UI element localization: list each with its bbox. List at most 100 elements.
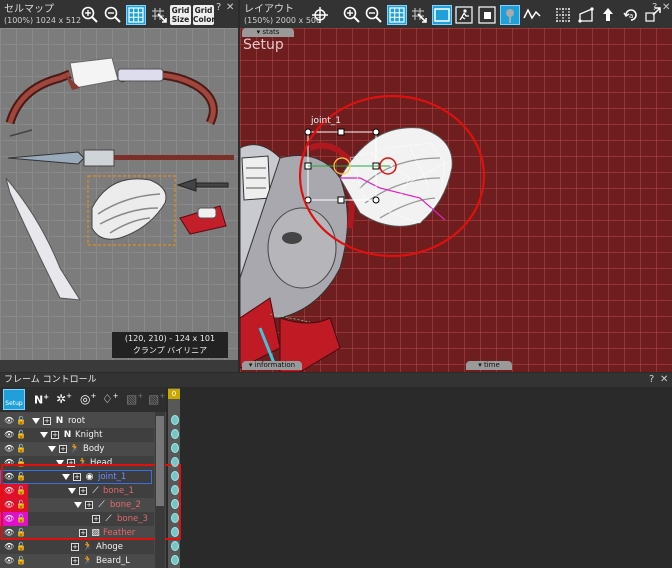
toggle-box-icon[interactable]: +: [51, 431, 59, 439]
add-effect-button[interactable]: ✲+: [56, 392, 72, 406]
feather-layout-sprite: [339, 127, 453, 227]
skeleton-toggle-button[interactable]: [454, 5, 474, 25]
frame-help-button[interactable]: ?: [649, 374, 654, 385]
layout-grid-button[interactable]: [387, 5, 407, 25]
toggle-box-icon[interactable]: +: [71, 557, 79, 565]
setup-button[interactable]: Setup: [3, 389, 25, 410]
add-bone-button[interactable]: ♢+: [102, 392, 119, 406]
tree-row-body[interactable]: 👁 🔓 + 🏃 Body: [0, 442, 154, 456]
grid-size-label-2: Size: [171, 15, 190, 24]
blade-sprite: [5, 177, 81, 301]
joint-name-label: joint_1: [311, 116, 341, 126]
snap-button[interactable]: [149, 5, 169, 25]
add-null-button[interactable]: N+: [34, 393, 49, 407]
frame-close-button[interactable]: ✕: [660, 374, 668, 385]
layout-help-button[interactable]: ?: [652, 2, 657, 13]
lock-icon[interactable]: 🔓: [16, 430, 26, 440]
keyframe-marker[interactable]: [170, 456, 179, 467]
keyframe-marker[interactable]: [170, 484, 179, 495]
cellmap-close-button[interactable]: ✕: [226, 2, 234, 13]
image-toggle-button[interactable]: [500, 5, 520, 25]
tree-row-ahoge[interactable]: 👁 🔓 + 🏃 Ahoge: [0, 540, 154, 554]
tree-row-label: Body: [83, 444, 105, 454]
frame-toggle-button[interactable]: [432, 5, 452, 25]
time-tab[interactable]: ▾ time: [466, 361, 512, 370]
toggle-box-icon[interactable]: +: [59, 445, 67, 453]
keyframe-marker[interactable]: [170, 540, 179, 551]
lock-icon[interactable]: 🔓: [16, 416, 26, 426]
expand-triangle-icon[interactable]: [40, 432, 48, 438]
frame-rect-icon: [434, 8, 450, 22]
toggle-box-icon[interactable]: +: [43, 417, 51, 425]
layout-header: レイアウト (150%) 2000 x 500 a ? ✕: [240, 0, 672, 28]
eye-icon[interactable]: 👁: [4, 444, 14, 454]
keyframe-marker[interactable]: [170, 470, 179, 481]
add-mesh-button[interactable]: ▧+: [148, 392, 165, 406]
upload-button[interactable]: [598, 5, 618, 25]
tree-row-root[interactable]: 👁 🔓 + N root: [0, 414, 154, 428]
curve-button[interactable]: [522, 5, 542, 25]
snap-grid-icon: [152, 8, 167, 23]
layout-canvas[interactable]: ▾ stats Setup joint_1 ▾ information ▾ ti…: [240, 28, 672, 372]
tree-row-knight[interactable]: 👁 🔓 + N Knight: [0, 428, 154, 442]
information-tab[interactable]: ▾ information: [242, 361, 302, 370]
zoom-in-button[interactable]: [80, 5, 100, 25]
keyframe-marker[interactable]: [170, 498, 179, 509]
expand-triangle-icon[interactable]: [32, 418, 40, 424]
add-joint-button[interactable]: ◎+: [80, 392, 96, 406]
grid-toggle-button[interactable]: [126, 5, 146, 25]
keyframe-marker[interactable]: [170, 428, 179, 439]
cellmap-help-button[interactable]: ?: [216, 2, 221, 13]
pin-icon: [506, 9, 514, 23]
frame-number-marker[interactable]: 0: [168, 389, 180, 399]
layout-close-button[interactable]: ✕: [662, 2, 670, 13]
spear-sprite: [7, 149, 234, 167]
keyframe-marker[interactable]: [170, 512, 179, 523]
grid-color-button[interactable]: Grid Color: [193, 5, 215, 25]
timeline-area[interactable]: [166, 388, 672, 568]
snap-grid-icon: [412, 8, 427, 23]
layout-zoom-out-button[interactable]: [364, 5, 384, 25]
boot-sprite: [179, 205, 227, 235]
keyframe-marker[interactable]: [170, 442, 179, 453]
mesh-button[interactable]: [553, 5, 573, 25]
expand-triangle-icon[interactable]: [48, 446, 56, 452]
zoom-out-button[interactable]: [103, 5, 123, 25]
keyframe-marker[interactable]: [170, 526, 179, 537]
zoom-in-icon: [343, 6, 360, 23]
tree-scrollbar-thumb[interactable]: [156, 416, 164, 506]
tree-row-beard-l[interactable]: 👁 🔓 + 🏃 Beard_L: [0, 554, 154, 568]
eye-icon[interactable]: 👁: [4, 556, 14, 566]
eye-icon[interactable]: 👁: [4, 542, 14, 552]
feather-sprite: [91, 178, 167, 240]
grid-color-label-1: Grid: [194, 6, 213, 15]
lock-icon[interactable]: 🔓: [16, 542, 26, 552]
zoom-out-icon: [365, 6, 382, 23]
add-image-button[interactable]: ▧+: [126, 392, 143, 406]
lock-icon[interactable]: 🔓: [16, 556, 26, 566]
move-tool-button[interactable]: [310, 5, 330, 25]
null-node-icon: N: [55, 416, 64, 426]
pivot-toggle-button[interactable]: [477, 5, 497, 25]
layout-snap-button[interactable]: [409, 5, 429, 25]
frame-number: 0: [171, 390, 177, 398]
cellmap-canvas[interactable]: (120, 210) - 124 x 101 クランプ バイリニア: [0, 28, 238, 360]
person-icon: 🏃: [82, 556, 94, 566]
eye-icon[interactable]: 👁: [4, 430, 14, 440]
eye-icon[interactable]: 👁: [4, 416, 14, 426]
frame-control-title: フレーム コントロール: [4, 375, 97, 385]
transform-button[interactable]: [576, 5, 596, 25]
tree-scrollbar[interactable]: [155, 412, 165, 568]
cellmap-scrollbar[interactable]: [0, 360, 238, 372]
layout-zoom-in-button[interactable]: [342, 5, 362, 25]
cellmap-title: セルマップ: [4, 4, 54, 15]
toggle-box-icon[interactable]: +: [71, 543, 79, 551]
zoom-in-icon: [81, 6, 98, 23]
selection-info-box: (120, 210) - 124 x 101 クランプ バイリニア: [112, 332, 228, 358]
cellmap-header: セルマップ (100%) 1024 x 512 Grid Size Grid C…: [0, 0, 238, 28]
lock-icon[interactable]: 🔓: [16, 444, 26, 454]
keyframe-marker[interactable]: [170, 554, 179, 565]
lock-rotate-button[interactable]: a: [621, 5, 641, 25]
keyframe-marker[interactable]: [170, 414, 179, 425]
grid-size-button[interactable]: Grid Size: [170, 5, 191, 25]
